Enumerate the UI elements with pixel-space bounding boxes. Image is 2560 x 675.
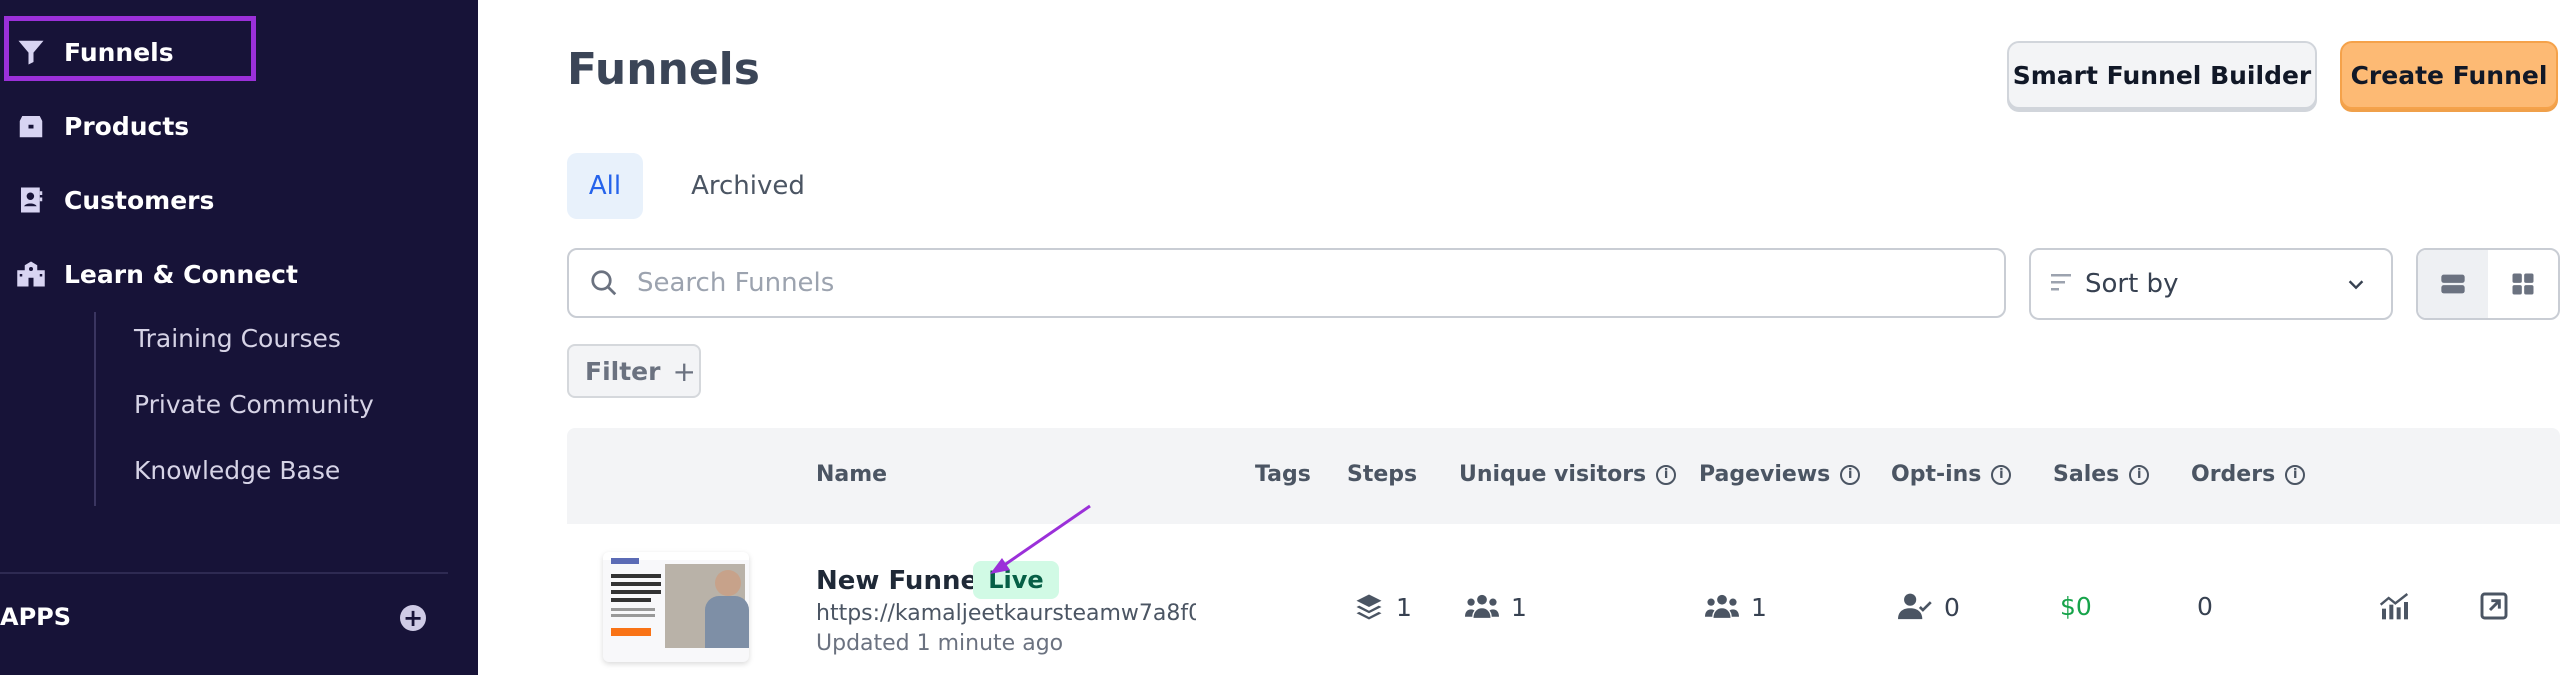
- funnel-thumbnail[interactable]: [603, 552, 749, 662]
- status-badge: Live: [973, 561, 1059, 599]
- sort-dropdown[interactable]: Sort by: [2029, 248, 2393, 320]
- optins-cell: 0: [1898, 592, 1960, 622]
- sidebar-divider: [0, 572, 448, 574]
- subnav-item-training-courses[interactable]: Training Courses: [134, 324, 341, 353]
- sidebar-item-products[interactable]: Products: [0, 96, 189, 156]
- funnel-icon: [12, 33, 50, 71]
- subnav-divider: [94, 312, 96, 506]
- funnel-updated-time: Updated 1 minute ago: [816, 631, 1064, 656]
- smart-funnel-builder-button[interactable]: Smart Funnel Builder: [2007, 41, 2317, 109]
- search-input[interactable]: [635, 267, 1939, 299]
- analytics-button[interactable]: [2378, 590, 2414, 626]
- column-header-optins: Opt-ins i: [1891, 462, 2012, 487]
- analytics-icon: [2379, 593, 2409, 620]
- users-icon: [1705, 594, 1739, 618]
- contact-card-icon: [12, 181, 50, 219]
- funnel-url[interactable]: https://kamaljeetkaursteamw7a8f0....: [816, 601, 1196, 626]
- column-header-orders: Orders i: [2191, 462, 2306, 487]
- users-icon: [1465, 594, 1499, 618]
- subnav-item-private-community[interactable]: Private Community: [134, 390, 374, 419]
- sort-label: Sort by: [2085, 269, 2179, 299]
- tab-all[interactable]: All: [567, 153, 643, 219]
- sidebar-item-label: Products: [64, 111, 190, 141]
- column-header-unique-visitors: Unique visitors i: [1459, 462, 1677, 487]
- grid-view-button[interactable]: [2488, 250, 2558, 318]
- view-toggle: [2416, 248, 2560, 320]
- sidebar-item-label: Funnels: [64, 37, 174, 67]
- info-icon[interactable]: i: [1991, 464, 2012, 485]
- user-check-icon: [1898, 593, 1932, 620]
- apps-label: APPS: [0, 603, 72, 631]
- tab-archived[interactable]: Archived: [680, 153, 816, 219]
- info-icon[interactable]: i: [2285, 464, 2306, 485]
- sales-cell: $0: [2060, 592, 2092, 621]
- box-icon: [12, 107, 50, 145]
- sidebar-item-label: Customers: [64, 185, 215, 215]
- grid-view-icon: [2512, 273, 2534, 295]
- sidebar-item-customers[interactable]: Customers: [0, 170, 214, 230]
- list-view-button[interactable]: [2418, 250, 2488, 318]
- sidebar-item-funnels[interactable]: Funnels: [0, 22, 174, 82]
- search-box: [567, 248, 2006, 318]
- sidebar-item-learn-connect[interactable]: Learn & Connect: [0, 244, 298, 304]
- column-header-sales: Sales i: [2053, 462, 2150, 487]
- funnel-name-link[interactable]: New Funnel: [816, 566, 987, 596]
- page-title: Funnels: [567, 44, 760, 95]
- open-external-button[interactable]: [2478, 590, 2514, 626]
- chevron-down-icon: [2348, 280, 2364, 290]
- info-icon[interactable]: i: [1840, 464, 1861, 485]
- add-app-button[interactable]: +: [400, 605, 426, 631]
- create-funnel-button[interactable]: Create Funnel: [2340, 41, 2558, 109]
- column-header-steps: Steps: [1347, 462, 1418, 487]
- school-icon: [12, 255, 50, 293]
- column-header-tags: Tags: [1255, 462, 1311, 487]
- external-link-icon: [2480, 592, 2508, 620]
- filter-label: Filter: [585, 356, 661, 386]
- sidebar-item-label: Learn & Connect: [64, 259, 298, 289]
- filter-button[interactable]: Filter +: [567, 344, 701, 398]
- column-header-name[interactable]: Name: [816, 462, 887, 487]
- search-icon: [591, 270, 617, 296]
- column-header-pageviews: Pageviews i: [1699, 462, 1861, 487]
- pageviews-cell: 1: [1705, 592, 1767, 622]
- orders-cell: 0: [2197, 592, 2213, 621]
- sidebar: Funnels Products Customers Learn & Conne…: [0, 0, 478, 675]
- plus-icon: +: [672, 354, 696, 388]
- layers-icon: [1356, 594, 1382, 620]
- info-icon[interactable]: i: [2129, 464, 2150, 485]
- subnav-item-knowledge-base[interactable]: Knowledge Base: [134, 456, 340, 485]
- sort-icon: [2051, 274, 2071, 291]
- steps-cell: 1: [1354, 592, 1412, 622]
- info-icon[interactable]: i: [1656, 464, 1677, 485]
- unique-visitors-cell: 1: [1465, 592, 1527, 622]
- list-view-icon: [2441, 274, 2465, 294]
